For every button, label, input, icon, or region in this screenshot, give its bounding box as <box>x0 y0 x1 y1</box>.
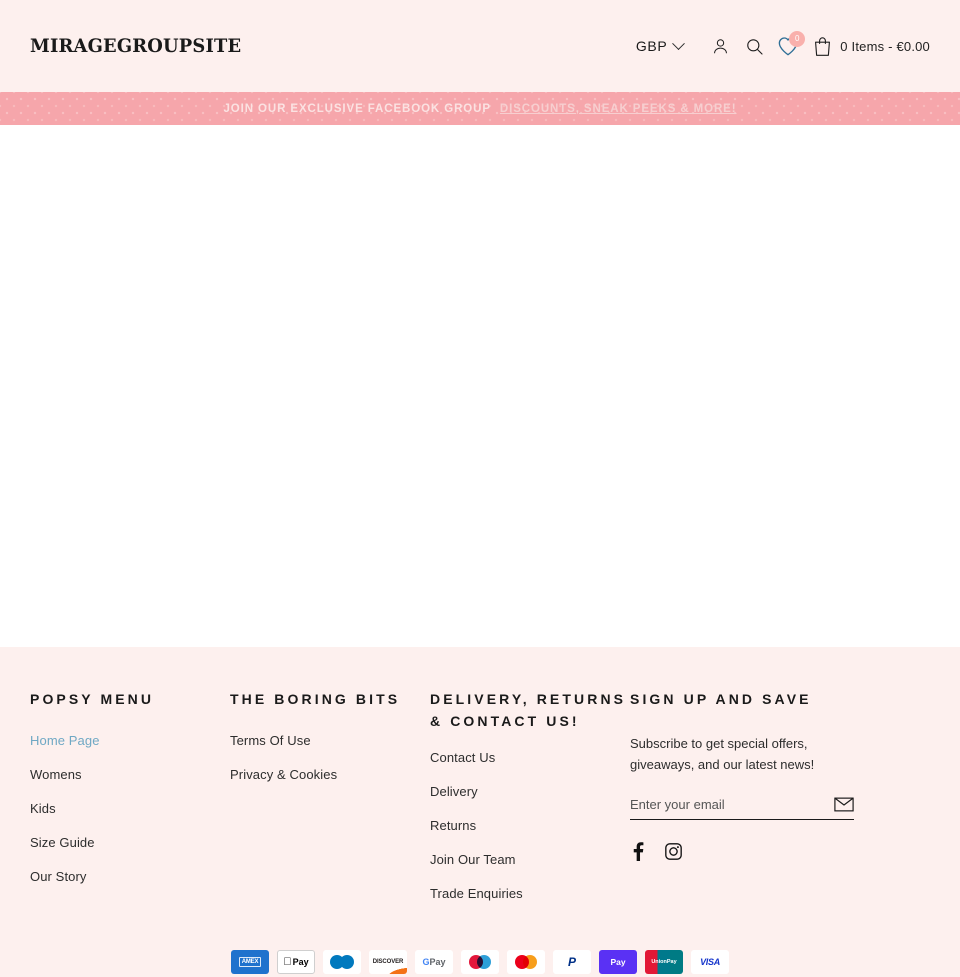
payment-icon-visa: VISA <box>691 950 729 975</box>
header-actions: GBP 0 0 Items - €0.00 <box>636 29 930 63</box>
footer-link-kids[interactable]: Kids <box>30 801 230 816</box>
search-button[interactable] <box>737 29 771 63</box>
footer-columns: POPSY MENU Home Page Womens Kids Size Gu… <box>30 689 930 920</box>
google-g-icon: G <box>422 957 430 968</box>
announcement-text: JOIN OUR EXCLUSIVE FACEBOOK GROUP <box>223 102 491 115</box>
payment-icon-union-pay: UnionPay <box>645 950 683 975</box>
shop-pay-label: Pay <box>610 957 626 968</box>
payment-icon-shop-pay: Pay <box>599 950 637 975</box>
footer-link-contact-us[interactable]: Contact Us <box>430 750 630 765</box>
footer-link-returns[interactable]: Returns <box>430 818 630 833</box>
footer-column-title: POPSY MENU <box>30 691 155 707</box>
newsletter-form <box>630 796 854 820</box>
payment-icon-google-pay: G Pay <box>415 950 453 975</box>
maestro-circles-icon <box>469 955 491 970</box>
apple-pay-label: Pay <box>288 957 309 968</box>
apple-logo-icon:  <box>283 956 291 968</box>
payment-methods: AMEX  Pay DISCOVER GPay P <box>30 950 930 975</box>
footer-link-delivery[interactable]: Delivery <box>430 784 630 799</box>
account-button[interactable] <box>703 29 737 63</box>
visa-label: VISA <box>700 957 720 968</box>
cart-total-label: 0 Items - €0.00 <box>840 38 930 54</box>
site-header: MIRAGEGROUPSITE GBP 0 0 Items - €0.00 <box>0 0 960 92</box>
footer-column-title: THE BORING BITS <box>230 691 401 707</box>
announcement-link[interactable]: DISCOUNTS, SNEAK PEEKS & MORE! <box>500 103 737 115</box>
footer-column-boring-bits: THE BORING BITS Terms Of Use Privacy & C… <box>230 689 430 801</box>
newsletter-submit-button[interactable] <box>834 797 854 812</box>
social-links <box>630 841 860 861</box>
gpay-label: Pay <box>429 957 446 968</box>
search-icon <box>746 38 763 55</box>
wishlist-count-badge: 0 <box>789 31 806 47</box>
discover-label: DISCOVER <box>372 959 404 966</box>
page-root: MIRAGEGROUPSITE GBP 0 0 Items - €0.00 JO… <box>0 0 960 977</box>
facebook-icon[interactable] <box>630 841 647 861</box>
payment-icon-maestro <box>461 950 499 975</box>
user-icon <box>713 38 727 53</box>
payment-icon-mastercard <box>507 950 545 975</box>
amex-label: AMEX <box>238 957 262 968</box>
mastercard-circles-icon <box>515 955 537 970</box>
footer-column-popsy-menu: POPSY MENU Home Page Womens Kids Size Gu… <box>30 689 230 903</box>
footer-link-privacy-cookies[interactable]: Privacy & Cookies <box>230 767 430 782</box>
newsletter-email-input[interactable] <box>630 796 834 812</box>
footer-link-size-guide[interactable]: Size Guide <box>30 835 230 850</box>
site-logo[interactable]: MIRAGEGROUPSITE <box>30 35 241 57</box>
site-footer: POPSY MENU Home Page Womens Kids Size Gu… <box>0 647 960 977</box>
footer-link-trade-enquiries[interactable]: Trade Enquiries <box>430 886 630 901</box>
footer-column-title: DELIVERY, RETURNS & CONTACT US! <box>430 691 627 729</box>
diners-circles-icon <box>330 955 354 970</box>
footer-link-join-our-team[interactable]: Join Our Team <box>430 852 630 867</box>
newsletter-title: SIGN UP AND SAVE <box>630 691 812 707</box>
footer-column-delivery-contact: DELIVERY, RETURNS & CONTACT US! Contact … <box>430 689 630 920</box>
footer-link-our-story[interactable]: Our Story <box>30 869 230 884</box>
paypal-label: P <box>567 955 576 970</box>
shopping-bag-icon <box>815 36 831 56</box>
footer-column-newsletter: SIGN UP AND SAVE Subscribe to get specia… <box>630 689 860 861</box>
payment-icon-paypal: P <box>553 950 591 975</box>
currency-label: GBP <box>635 38 668 54</box>
payment-icon-apple-pay:  Pay <box>277 950 315 975</box>
payment-icon-discover: DISCOVER <box>369 950 407 975</box>
payment-icon-diners-club <box>323 950 361 975</box>
footer-link-home-page[interactable]: Home Page <box>30 733 230 748</box>
union-pay-label: UnionPay <box>651 959 677 966</box>
payment-icon-american-express: AMEX <box>231 950 269 975</box>
cart-button[interactable]: 0 Items - €0.00 <box>813 36 930 57</box>
footer-link-terms-of-use[interactable]: Terms Of Use <box>230 733 430 748</box>
envelope-icon <box>834 797 854 812</box>
wishlist-button[interactable]: 0 <box>771 29 806 63</box>
newsletter-description: Subscribe to get special offers, giveawa… <box>630 735 815 772</box>
announcement-bar[interactable]: JOIN OUR EXCLUSIVE FACEBOOK GROUP DISCOU… <box>0 92 960 125</box>
instagram-icon[interactable] <box>664 842 683 861</box>
footer-link-womens[interactable]: Womens <box>30 767 230 782</box>
chevron-down-icon <box>672 36 686 50</box>
currency-selector[interactable]: GBP <box>635 36 686 54</box>
main-content <box>0 125 960 647</box>
